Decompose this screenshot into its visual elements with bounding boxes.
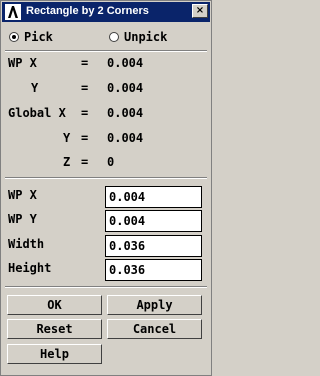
wp-y-field-label: WP Y xyxy=(8,212,37,226)
wp-y-input[interactable]: 0.004 xyxy=(105,210,202,232)
readout-wp-x-label: WP X xyxy=(8,56,37,70)
readout-global-x-row: Global X = 0.004 xyxy=(1,106,213,122)
separator xyxy=(5,50,207,52)
help-button[interactable]: Help xyxy=(7,344,102,364)
pick-mode-group: Pick Unpick xyxy=(1,29,213,45)
height-field-label: Height xyxy=(8,261,52,275)
readout-global-y-label: Y xyxy=(63,131,71,145)
readout-equals: = xyxy=(81,155,89,169)
readout-global-z-label: Z xyxy=(63,155,71,169)
readout-wp-x-row: WP X = 0.004 xyxy=(1,56,213,72)
readout-wp-y-value: 0.004 xyxy=(107,81,144,95)
readout-wp-y-label: Y xyxy=(31,81,39,95)
close-icon: × xyxy=(195,5,205,16)
window-title: Rectangle by 2 Corners xyxy=(26,5,149,17)
wp-x-field-row: WP X 0.004 xyxy=(1,186,213,208)
readout-equals: = xyxy=(81,81,89,95)
cancel-button[interactable]: Cancel xyxy=(107,319,202,339)
readout-global-x-value: 0.004 xyxy=(107,106,144,120)
wp-x-input[interactable]: 0.004 xyxy=(105,186,202,208)
readout-equals: = xyxy=(81,106,89,120)
pick-radio-label: Pick xyxy=(24,30,53,44)
width-field-row: Width 0.036 xyxy=(1,235,213,257)
height-field-row: Height 0.036 xyxy=(1,259,213,281)
readout-global-y-row: Y = 0.004 xyxy=(1,131,213,147)
separator xyxy=(5,286,207,288)
width-input[interactable]: 0.036 xyxy=(105,235,202,257)
ansys-logo-icon xyxy=(5,4,21,20)
height-input[interactable]: 0.036 xyxy=(105,259,202,281)
readout-equals: = xyxy=(81,131,89,145)
pick-radio[interactable]: Pick xyxy=(9,29,53,45)
unpick-radio-dot[interactable] xyxy=(109,32,119,42)
ok-button[interactable]: OK xyxy=(7,295,102,315)
close-button[interactable]: × xyxy=(192,4,208,18)
dialog-window: Rectangle by 2 Corners × Pick Unpick WP … xyxy=(0,0,212,376)
wp-y-field-row: WP Y 0.004 xyxy=(1,210,213,232)
readout-global-x-label: Global X xyxy=(8,106,66,120)
readout-global-y-value: 0.004 xyxy=(107,131,144,145)
wp-x-field-label: WP X xyxy=(8,188,37,202)
unpick-radio-label: Unpick xyxy=(124,30,168,44)
separator xyxy=(5,177,207,179)
pick-radio-dot[interactable] xyxy=(9,32,19,42)
unpick-radio[interactable]: Unpick xyxy=(109,29,167,45)
readout-wp-y-row: Y = 0.004 xyxy=(1,81,213,97)
readout-global-z-row: Z = 0 xyxy=(1,155,213,171)
width-field-label: Width xyxy=(8,237,45,251)
reset-button[interactable]: Reset xyxy=(7,319,102,339)
apply-button[interactable]: Apply xyxy=(107,295,202,315)
readout-global-z-value: 0 xyxy=(107,155,115,169)
readout-equals: = xyxy=(81,56,89,70)
readout-wp-x-value: 0.004 xyxy=(107,56,144,70)
title-bar[interactable]: Rectangle by 2 Corners × xyxy=(2,2,210,22)
